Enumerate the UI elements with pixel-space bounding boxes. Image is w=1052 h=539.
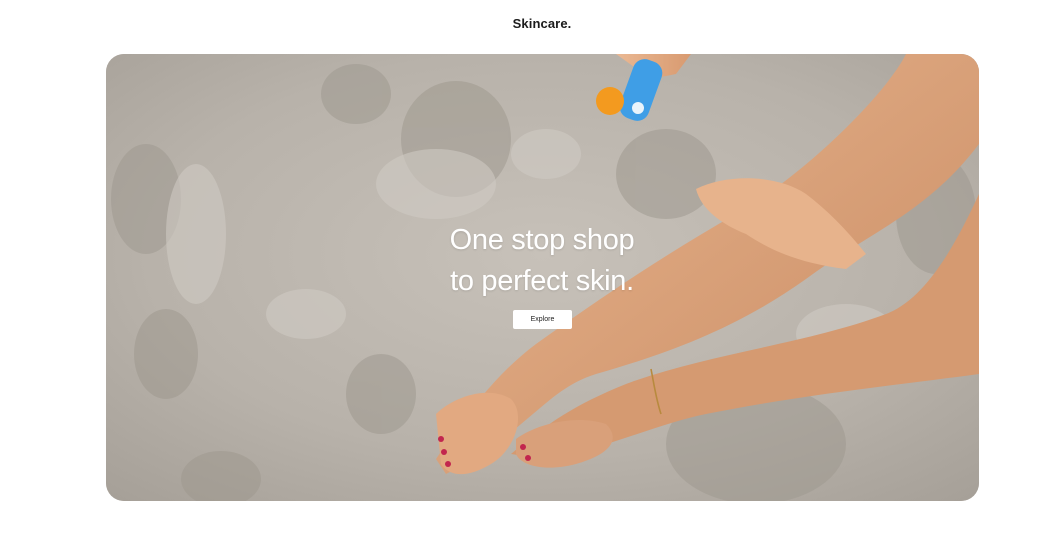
hero-headline: One stop shop to perfect skin. [406, 220, 678, 302]
headline-line-2: to perfect skin. [450, 265, 634, 297]
brand-logo[interactable]: Skincare. [0, 16, 1052, 31]
page: Skincare. One stop shop to perfect skin.… [0, 0, 1052, 539]
explore-button[interactable]: Explore [513, 310, 572, 329]
hero-banner: One stop shop to perfect skin. Explore [106, 54, 979, 501]
headline-line-1: One stop shop [449, 224, 635, 256]
